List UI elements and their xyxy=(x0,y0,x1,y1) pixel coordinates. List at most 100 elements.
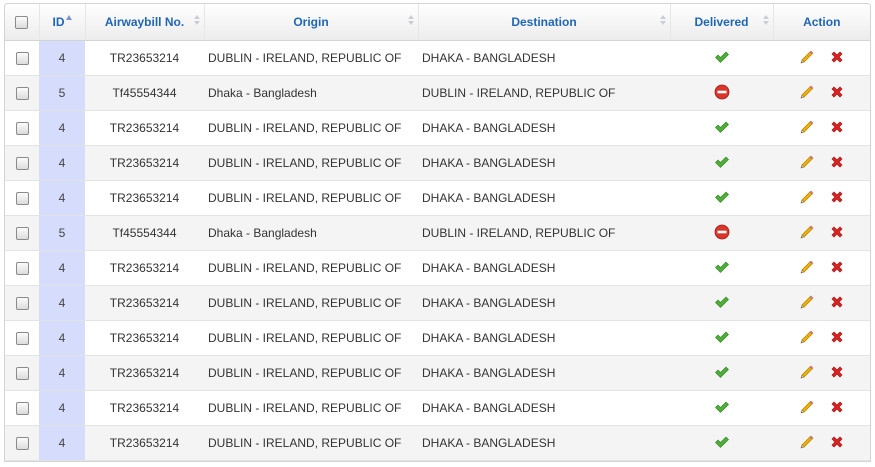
row-id: 4 xyxy=(39,320,85,356)
table-header: ID Airwaybill No. Origin Destination Del… xyxy=(5,4,870,41)
row-origin: DUBLIN - IRELAND, REPUBLIC OF xyxy=(204,285,418,321)
row-origin: DUBLIN - IRELAND, REPUBLIC OF xyxy=(204,320,418,356)
row-id: 4 xyxy=(39,250,85,286)
row-actions xyxy=(773,320,870,356)
table-row: 5 Tf45554344 Dhaka - Bangladesh DUBLIN -… xyxy=(5,215,870,251)
row-airwaybill: TR23653214 xyxy=(85,180,204,216)
pencil-icon[interactable] xyxy=(799,154,815,173)
row-checkbox[interactable] xyxy=(15,227,29,241)
row-destination: DHAKA - BANGLADESH xyxy=(418,390,670,426)
pencil-icon[interactable] xyxy=(799,364,815,383)
row-airwaybill: TR23653214 xyxy=(85,425,204,461)
row-checkbox[interactable] xyxy=(15,122,29,136)
row-select-cell xyxy=(5,215,39,251)
check-icon xyxy=(714,259,730,278)
pencil-icon[interactable] xyxy=(799,294,815,313)
row-origin: DUBLIN - IRELAND, REPUBLIC OF xyxy=(204,40,418,76)
row-origin: Dhaka - Bangladesh xyxy=(204,215,418,251)
row-checkbox[interactable] xyxy=(15,52,29,66)
row-id: 4 xyxy=(39,40,85,76)
column-header-delivered[interactable]: Delivered xyxy=(669,4,773,41)
pencil-icon[interactable] xyxy=(799,259,815,278)
row-checkbox[interactable] xyxy=(15,157,29,171)
pencil-icon[interactable] xyxy=(799,189,815,208)
row-actions xyxy=(773,75,870,111)
row-select-cell xyxy=(5,40,39,76)
sort-arrows-icon xyxy=(193,15,200,25)
row-destination: DHAKA - BANGLADESH xyxy=(418,355,670,391)
row-origin: DUBLIN - IRELAND, REPUBLIC OF xyxy=(204,355,418,391)
row-origin: DUBLIN - IRELAND, REPUBLIC OF xyxy=(204,145,418,181)
delete-icon[interactable] xyxy=(829,364,845,383)
row-destination: DUBLIN - IRELAND, REPUBLIC OF xyxy=(418,75,670,111)
column-header-id[interactable]: ID xyxy=(38,4,85,41)
row-checkbox[interactable] xyxy=(15,402,29,416)
column-header-action: Action xyxy=(772,4,870,41)
pencil-icon[interactable] xyxy=(799,84,815,103)
delete-icon[interactable] xyxy=(829,224,845,243)
row-select-cell xyxy=(5,180,39,216)
select-all-header xyxy=(5,4,39,41)
pencil-icon[interactable] xyxy=(799,49,815,68)
row-delivered xyxy=(670,425,773,461)
column-header-destination-label: Destination xyxy=(511,15,577,29)
pencil-icon[interactable] xyxy=(799,399,815,418)
row-actions xyxy=(773,355,870,391)
column-header-delivered-label: Delivered xyxy=(694,15,749,29)
delete-icon[interactable] xyxy=(829,434,845,453)
row-destination: DUBLIN - IRELAND, REPUBLIC OF xyxy=(418,215,670,251)
pencil-icon[interactable] xyxy=(799,434,815,453)
row-select-cell xyxy=(5,425,39,461)
column-header-airwaybill-label: Airwaybill No. xyxy=(104,15,185,29)
delete-icon[interactable] xyxy=(829,329,845,348)
row-airwaybill: TR23653214 xyxy=(85,250,204,286)
row-delivered xyxy=(670,180,773,216)
row-checkbox[interactable] xyxy=(15,367,29,381)
check-icon xyxy=(714,154,730,173)
row-checkbox[interactable] xyxy=(15,437,29,451)
row-airwaybill: TR23653214 xyxy=(85,145,204,181)
row-checkbox[interactable] xyxy=(15,262,29,276)
row-airwaybill: TR23653214 xyxy=(85,355,204,391)
delete-icon[interactable] xyxy=(829,399,845,418)
delete-icon[interactable] xyxy=(829,84,845,103)
row-destination: DHAKA - BANGLADESH xyxy=(418,250,670,286)
delete-icon[interactable] xyxy=(829,49,845,68)
pencil-icon[interactable] xyxy=(799,224,815,243)
row-delivered xyxy=(670,145,773,181)
row-select-cell xyxy=(5,250,39,286)
row-origin: Dhaka - Bangladesh xyxy=(204,75,418,111)
row-destination: DHAKA - BANGLADESH xyxy=(418,180,670,216)
row-airwaybill: TR23653214 xyxy=(85,40,204,76)
delete-icon[interactable] xyxy=(829,259,845,278)
pencil-icon[interactable] xyxy=(799,119,815,138)
row-select-cell xyxy=(5,75,39,111)
delete-icon[interactable] xyxy=(829,294,845,313)
column-header-origin[interactable]: Origin xyxy=(203,4,418,41)
row-checkbox[interactable] xyxy=(15,87,29,101)
row-checkbox[interactable] xyxy=(15,192,29,206)
row-checkbox[interactable] xyxy=(15,332,29,346)
row-checkbox[interactable] xyxy=(15,297,29,311)
delete-icon[interactable] xyxy=(829,189,845,208)
delete-icon[interactable] xyxy=(829,154,845,173)
select-all-checkbox[interactable] xyxy=(15,16,29,30)
column-header-airwaybill[interactable]: Airwaybill No. xyxy=(84,4,204,41)
sort-ascending-icon xyxy=(65,15,72,20)
table-row: 4 TR23653214 DUBLIN - IRELAND, REPUBLIC … xyxy=(5,40,870,76)
check-icon xyxy=(714,189,730,208)
delete-icon[interactable] xyxy=(829,119,845,138)
row-delivered xyxy=(670,355,773,391)
sort-arrows-icon xyxy=(659,15,666,25)
row-delivered xyxy=(670,75,773,111)
row-delivered xyxy=(670,110,773,146)
table-row: 4 TR23653214 DUBLIN - IRELAND, REPUBLIC … xyxy=(5,320,870,356)
row-id: 4 xyxy=(39,355,85,391)
sort-arrows-icon xyxy=(407,15,414,25)
column-header-action-label: Action xyxy=(803,15,841,29)
row-airwaybill: TR23653214 xyxy=(85,320,204,356)
shipments-table-container: ID Airwaybill No. Origin Destination Del… xyxy=(4,3,871,462)
pencil-icon[interactable] xyxy=(799,329,815,348)
column-header-destination[interactable]: Destination xyxy=(417,4,670,41)
row-delivered xyxy=(670,390,773,426)
